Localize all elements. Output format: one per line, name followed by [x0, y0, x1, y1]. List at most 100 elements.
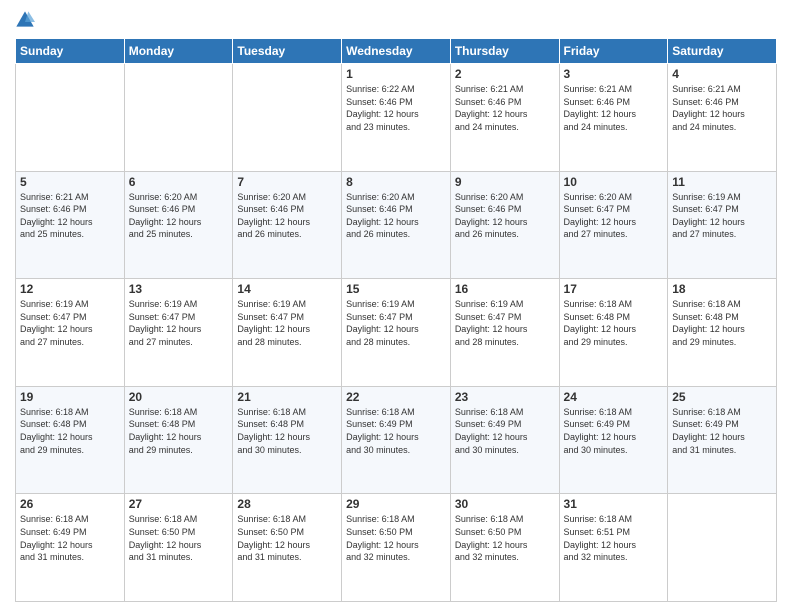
day-number: 26 — [20, 497, 120, 511]
calendar-cell: 21 Sunrise: 6:18 AM Sunset: 6:48 PM Dayli… — [233, 386, 342, 494]
header — [15, 10, 777, 30]
day-number: 10 — [564, 175, 664, 189]
day-info: Sunrise: 6:20 AM Sunset: 6:47 PM Dayligh… — [564, 191, 664, 241]
day-info: Sunrise: 6:18 AM Sunset: 6:49 PM Dayligh… — [564, 406, 664, 456]
day-info: Sunrise: 6:21 AM Sunset: 6:46 PM Dayligh… — [20, 191, 120, 241]
calendar-cell: 23 Sunrise: 6:18 AM Sunset: 6:49 PM Dayli… — [450, 386, 559, 494]
day-info: Sunrise: 6:18 AM Sunset: 6:48 PM Dayligh… — [672, 298, 772, 348]
calendar-cell: 8Sunrise: 6:20 AM Sunset: 6:46 PM Daylig… — [342, 171, 451, 279]
day-number: 25 — [672, 390, 772, 404]
day-number: 17 — [564, 282, 664, 296]
day-number: 6 — [129, 175, 229, 189]
week-row-4: 19 Sunrise: 6:18 AM Sunset: 6:48 PM Dayli… — [16, 386, 777, 494]
day-info: Sunrise: 6:18 AM Sunset: 6:48 PM Dayligh… — [129, 406, 229, 456]
day-info: Sunrise: 6:19 AM Sunset: 6:47 PM Dayligh… — [455, 298, 555, 348]
day-number: 18 — [672, 282, 772, 296]
calendar-page: SundayMondayTuesdayWednesdayThursdayFrid… — [0, 0, 792, 612]
day-info: Sunrise: 6:18 AM Sunset: 6:51 PM Dayligh… — [564, 513, 664, 563]
day-number: 23 — [455, 390, 555, 404]
weekday-header-thursday: Thursday — [450, 39, 559, 64]
calendar-cell: 11 Sunrise: 6:19 AM Sunset: 6:47 PM Dayli… — [668, 171, 777, 279]
calendar-cell — [16, 64, 125, 172]
day-info: Sunrise: 6:18 AM Sunset: 6:49 PM Dayligh… — [672, 406, 772, 456]
weekday-header-wednesday: Wednesday — [342, 39, 451, 64]
day-number: 16 — [455, 282, 555, 296]
weekday-header-tuesday: Tuesday — [233, 39, 342, 64]
calendar-cell: 7Sunrise: 6:20 AM Sunset: 6:46 PM Daylig… — [233, 171, 342, 279]
day-info: Sunrise: 6:18 AM Sunset: 6:50 PM Dayligh… — [237, 513, 337, 563]
weekday-header-row: SundayMondayTuesdayWednesdayThursdayFrid… — [16, 39, 777, 64]
calendar-cell: 15 Sunrise: 6:19 AM Sunset: 6:47 PM Dayli… — [342, 279, 451, 387]
day-info: Sunrise: 6:18 AM Sunset: 6:49 PM Dayligh… — [20, 513, 120, 563]
calendar-cell: 5 Sunrise: 6:21 AM Sunset: 6:46 PM Daylig… — [16, 171, 125, 279]
day-number: 12 — [20, 282, 120, 296]
day-info: Sunrise: 6:19 AM Sunset: 6:47 PM Dayligh… — [237, 298, 337, 348]
day-info: Sunrise: 6:19 AM Sunset: 6:47 PM Dayligh… — [346, 298, 446, 348]
calendar-cell: 6 Sunrise: 6:20 AM Sunset: 6:46 PM Daylig… — [124, 171, 233, 279]
calendar-cell: 19 Sunrise: 6:18 AM Sunset: 6:48 PM Dayli… — [16, 386, 125, 494]
day-number: 3 — [564, 67, 664, 81]
day-number: 31 — [564, 497, 664, 511]
day-number: 8 — [346, 175, 446, 189]
day-number: 19 — [20, 390, 120, 404]
calendar-cell: 24 Sunrise: 6:18 AM Sunset: 6:49 PM Dayli… — [559, 386, 668, 494]
day-number: 14 — [237, 282, 337, 296]
calendar-cell: 29 Sunrise: 6:18 AM Sunset: 6:50 PM Dayli… — [342, 494, 451, 602]
day-info: Sunrise: 6:18 AM Sunset: 6:49 PM Dayligh… — [346, 406, 446, 456]
day-info: Sunrise: 6:22 AM Sunset: 6:46 PM Dayligh… — [346, 83, 446, 133]
day-number: 2 — [455, 67, 555, 81]
calendar-table: SundayMondayTuesdayWednesdayThursdayFrid… — [15, 38, 777, 602]
day-info: Sunrise: 6:20 AM Sunset: 6:46 PM Dayligh… — [129, 191, 229, 241]
day-info: Sunrise: 6:18 AM Sunset: 6:48 PM Dayligh… — [237, 406, 337, 456]
day-info: Sunrise: 6:19 AM Sunset: 6:47 PM Dayligh… — [672, 191, 772, 241]
day-info: Sunrise: 6:18 AM Sunset: 6:50 PM Dayligh… — [129, 513, 229, 563]
weekday-header-friday: Friday — [559, 39, 668, 64]
calendar-cell — [668, 494, 777, 602]
week-row-3: 12 Sunrise: 6:19 AM Sunset: 6:47 PM Dayli… — [16, 279, 777, 387]
day-number: 24 — [564, 390, 664, 404]
day-number: 15 — [346, 282, 446, 296]
day-info: Sunrise: 6:21 AM Sunset: 6:46 PM Dayligh… — [672, 83, 772, 133]
day-number: 21 — [237, 390, 337, 404]
day-number: 28 — [237, 497, 337, 511]
logo-icon — [15, 10, 35, 30]
day-info: Sunrise: 6:18 AM Sunset: 6:50 PM Dayligh… — [455, 513, 555, 563]
day-info: Sunrise: 6:20 AM Sunset: 6:46 PM Dayligh… — [455, 191, 555, 241]
day-info: Sunrise: 6:18 AM Sunset: 6:48 PM Dayligh… — [20, 406, 120, 456]
calendar-cell: 16 Sunrise: 6:19 AM Sunset: 6:47 PM Dayli… — [450, 279, 559, 387]
day-number: 4 — [672, 67, 772, 81]
calendar-cell: 28 Sunrise: 6:18 AM Sunset: 6:50 PM Dayli… — [233, 494, 342, 602]
calendar-cell: 20 Sunrise: 6:18 AM Sunset: 6:48 PM Dayli… — [124, 386, 233, 494]
calendar-cell: 13 Sunrise: 6:19 AM Sunset: 6:47 PM Dayli… — [124, 279, 233, 387]
day-info: Sunrise: 6:18 AM Sunset: 6:50 PM Dayligh… — [346, 513, 446, 563]
weekday-header-sunday: Sunday — [16, 39, 125, 64]
calendar-cell: 18 Sunrise: 6:18 AM Sunset: 6:48 PM Dayli… — [668, 279, 777, 387]
week-row-1: 1 Sunrise: 6:22 AM Sunset: 6:46 PM Daylig… — [16, 64, 777, 172]
week-row-2: 5 Sunrise: 6:21 AM Sunset: 6:46 PM Daylig… — [16, 171, 777, 279]
day-info: Sunrise: 6:19 AM Sunset: 6:47 PM Dayligh… — [20, 298, 120, 348]
weekday-header-saturday: Saturday — [668, 39, 777, 64]
day-info: Sunrise: 6:19 AM Sunset: 6:47 PM Dayligh… — [129, 298, 229, 348]
day-number: 7 — [237, 175, 337, 189]
day-number: 22 — [346, 390, 446, 404]
day-info: Sunrise: 6:21 AM Sunset: 6:46 PM Dayligh… — [564, 83, 664, 133]
calendar-cell: 3 Sunrise: 6:21 AM Sunset: 6:46 PM Daylig… — [559, 64, 668, 172]
calendar-cell: 4 Sunrise: 6:21 AM Sunset: 6:46 PM Daylig… — [668, 64, 777, 172]
calendar-cell: 30 Sunrise: 6:18 AM Sunset: 6:50 PM Dayli… — [450, 494, 559, 602]
day-number: 30 — [455, 497, 555, 511]
day-number: 1 — [346, 67, 446, 81]
day-number: 11 — [672, 175, 772, 189]
calendar-cell — [233, 64, 342, 172]
calendar-cell: 2 Sunrise: 6:21 AM Sunset: 6:46 PM Daylig… — [450, 64, 559, 172]
day-info: Sunrise: 6:21 AM Sunset: 6:46 PM Dayligh… — [455, 83, 555, 133]
calendar-cell — [124, 64, 233, 172]
calendar-cell: 10 Sunrise: 6:20 AM Sunset: 6:47 PM Dayli… — [559, 171, 668, 279]
day-number: 29 — [346, 497, 446, 511]
day-number: 5 — [20, 175, 120, 189]
calendar-cell: 31 Sunrise: 6:18 AM Sunset: 6:51 PM Dayli… — [559, 494, 668, 602]
weekday-header-monday: Monday — [124, 39, 233, 64]
calendar-cell: 17Sunrise: 6:18 AM Sunset: 6:48 PM Dayli… — [559, 279, 668, 387]
day-number: 20 — [129, 390, 229, 404]
day-number: 13 — [129, 282, 229, 296]
day-info: Sunrise: 6:18 AM Sunset: 6:49 PM Dayligh… — [455, 406, 555, 456]
